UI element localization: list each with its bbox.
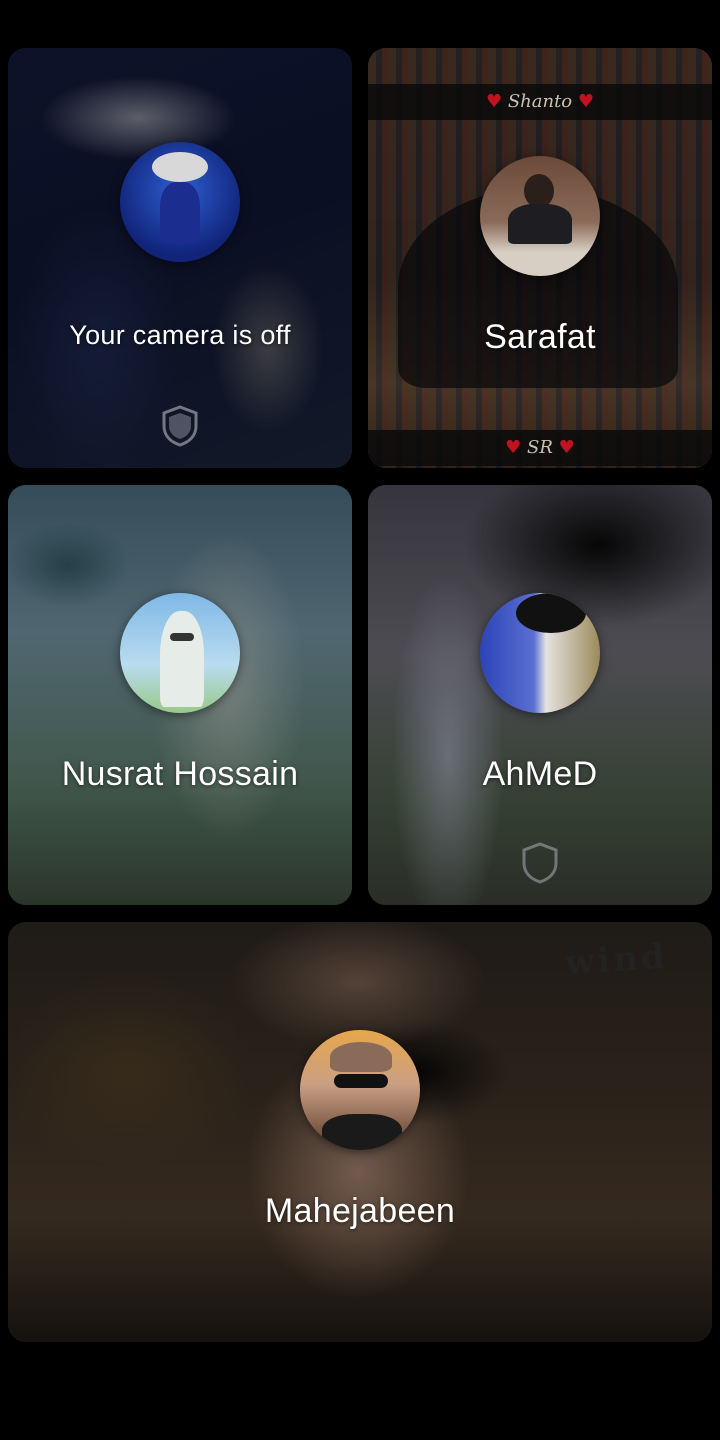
participant-tile-sarafat[interactable]: ♥ Shanto ♥ ♥ SR ♥ Sarafat (368, 48, 712, 468)
shield-icon (162, 405, 198, 447)
tile-banner-bottom: ♥ SR ♥ (368, 430, 712, 466)
overlay-text: wind (564, 936, 670, 984)
shield-icon (522, 842, 558, 884)
participant-tile-self[interactable]: Your camera is off (8, 48, 352, 468)
avatar (120, 142, 240, 262)
tile-banner-top: ♥ Shanto ♥ (368, 84, 712, 120)
avatar (300, 1030, 420, 1150)
participant-name: Mahejabeen (264, 1192, 456, 1230)
avatar (120, 593, 240, 713)
participant-name: AhMeD (482, 755, 598, 793)
participant-name: Sarafat (484, 318, 596, 356)
participant-tile-mahejabeen[interactable]: wind Mahejabeen (8, 922, 712, 1342)
participant-name: Nusrat Hossain (61, 755, 299, 793)
avatar (480, 593, 600, 713)
avatar (480, 156, 600, 276)
participant-tile-ahmed[interactable]: AhMeD (368, 485, 712, 905)
participant-tile-nusrat-hossain[interactable]: Nusrat Hossain (8, 485, 352, 905)
participant-name: Your camera is off (69, 320, 291, 350)
